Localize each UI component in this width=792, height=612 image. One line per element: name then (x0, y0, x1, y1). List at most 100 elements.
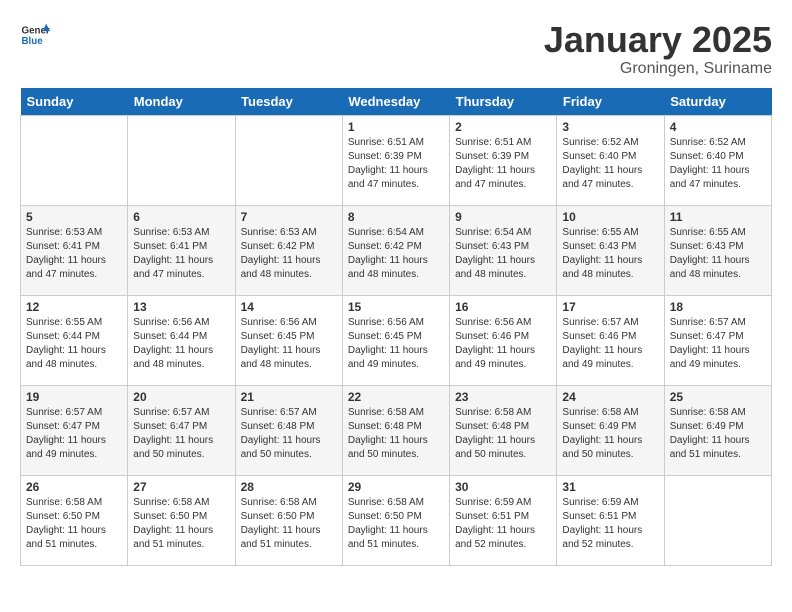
day-info: Sunrise: 6:56 AMSunset: 6:44 PMDaylight:… (133, 316, 229, 372)
day-info: Sunrise: 6:59 AMSunset: 6:51 PMDaylight:… (455, 496, 551, 552)
svg-text:Blue: Blue (22, 36, 44, 47)
day-number: 28 (241, 480, 337, 494)
day-number: 8 (348, 210, 444, 224)
day-info: Sunrise: 6:58 AMSunset: 6:49 PMDaylight:… (670, 406, 766, 462)
day-number: 6 (133, 210, 229, 224)
calendar-week-1: 5 Sunrise: 6:53 AMSunset: 6:41 PMDaylight… (21, 205, 772, 295)
calendar-week-2: 12 Sunrise: 6:55 AMSunset: 6:44 PMDayligh… (21, 295, 772, 385)
day-info: Sunrise: 6:55 AMSunset: 6:43 PMDaylight:… (562, 226, 658, 282)
day-info: Sunrise: 6:57 AMSunset: 6:48 PMDaylight:… (241, 406, 337, 462)
calendar-cell: 19Sunrise: 6:57 AMSunset: 6:47 PMDayligh… (21, 385, 128, 475)
title-block: January 2025 Groningen, Suriname (544, 20, 772, 78)
day-info: Sunrise: 6:58 AMSunset: 6:50 PMDaylight:… (348, 496, 444, 552)
calendar-cell (21, 115, 128, 205)
calendar-cell: 3Sunrise: 6:52 AMSunset: 6:40 PMDaylight… (557, 115, 664, 205)
day-info: Sunrise: 6:51 AMSunset: 6:39 PMDaylight:… (348, 136, 444, 192)
day-number: 27 (133, 480, 229, 494)
day-info: Sunrise: 6:57 AMSunset: 6:47 PMDaylight:… (670, 316, 766, 372)
calendar-cell: 7 Sunrise: 6:53 AMSunset: 6:42 PMDaylight… (235, 205, 342, 295)
calendar-cell: 12 Sunrise: 6:55 AMSunset: 6:44 PMDayligh… (21, 295, 128, 385)
calendar-cell: 21 Sunrise: 6:57 AMSunset: 6:48 PMDayligh… (235, 385, 342, 475)
day-number: 26 (26, 480, 122, 494)
day-info: Sunrise: 6:58 AMSunset: 6:50 PMDaylight:… (133, 496, 229, 552)
col-wednesday: Wednesday (342, 88, 449, 116)
day-number: 24 (562, 390, 658, 404)
day-number: 20 (133, 390, 229, 404)
day-number: 5 (26, 210, 122, 224)
day-info: Sunrise: 6:52 AMSunset: 6:40 PMDaylight:… (562, 136, 658, 192)
calendar-cell: 4 Sunrise: 6:52 AMSunset: 6:40 PMDaylight… (664, 115, 771, 205)
day-info: Sunrise: 6:56 AMSunset: 6:45 PMDaylight:… (241, 316, 337, 372)
day-info: Sunrise: 6:55 AMSunset: 6:44 PMDaylight:… (26, 316, 122, 372)
day-info: Sunrise: 6:56 AMSunset: 6:45 PMDaylight:… (348, 316, 444, 372)
calendar-cell: 13 Sunrise: 6:56 AMSunset: 6:44 PMDayligh… (128, 295, 235, 385)
day-info: Sunrise: 6:53 AMSunset: 6:42 PMDaylight:… (241, 226, 337, 282)
day-number: 4 (670, 120, 766, 134)
calendar-cell: 27 Sunrise: 6:58 AMSunset: 6:50 PMDayligh… (128, 475, 235, 565)
day-number: 19 (26, 390, 122, 404)
day-number: 16 (455, 300, 551, 314)
day-number: 10 (562, 210, 658, 224)
day-info: Sunrise: 6:58 AMSunset: 6:50 PMDaylight:… (26, 496, 122, 552)
day-info: Sunrise: 6:58 AMSunset: 6:48 PMDaylight:… (455, 406, 551, 462)
col-friday: Friday (557, 88, 664, 116)
day-number: 14 (241, 300, 337, 314)
calendar-table: Sunday Monday Tuesday Wednesday Thursday… (20, 88, 772, 566)
day-number: 15 (348, 300, 444, 314)
day-info: Sunrise: 6:55 AMSunset: 6:43 PMDaylight:… (670, 226, 766, 282)
day-number: 29 (348, 480, 444, 494)
col-thursday: Thursday (450, 88, 557, 116)
day-number: 12 (26, 300, 122, 314)
calendar-cell: 28Sunrise: 6:58 AMSunset: 6:50 PMDayligh… (235, 475, 342, 565)
day-info: Sunrise: 6:54 AMSunset: 6:43 PMDaylight:… (455, 226, 551, 282)
day-number: 13 (133, 300, 229, 314)
logo: General Blue (20, 20, 50, 50)
calendar-cell: 8 Sunrise: 6:54 AMSunset: 6:42 PMDaylight… (342, 205, 449, 295)
day-number: 18 (670, 300, 766, 314)
day-info: Sunrise: 6:54 AMSunset: 6:42 PMDaylight:… (348, 226, 444, 282)
calendar-week-0: 1 Sunrise: 6:51 AMSunset: 6:39 PMDaylight… (21, 115, 772, 205)
calendar-cell: 18 Sunrise: 6:57 AMSunset: 6:47 PMDayligh… (664, 295, 771, 385)
day-number: 21 (241, 390, 337, 404)
page-header: General Blue January 2025 Groningen, Sur… (20, 20, 772, 78)
day-info: Sunrise: 6:56 AMSunset: 6:46 PMDaylight:… (455, 316, 551, 372)
day-number: 7 (241, 210, 337, 224)
calendar-cell: 23 Sunrise: 6:58 AMSunset: 6:48 PMDayligh… (450, 385, 557, 475)
day-number: 25 (670, 390, 766, 404)
logo-icon: General Blue (20, 20, 50, 50)
col-saturday: Saturday (664, 88, 771, 116)
col-monday: Monday (128, 88, 235, 116)
calendar-cell: 24Sunrise: 6:58 AMSunset: 6:49 PMDayligh… (557, 385, 664, 475)
calendar-cell (128, 115, 235, 205)
calendar-cell: 11Sunrise: 6:55 AMSunset: 6:43 PMDayligh… (664, 205, 771, 295)
calendar-cell: 10 Sunrise: 6:55 AMSunset: 6:43 PMDayligh… (557, 205, 664, 295)
calendar-cell: 16 Sunrise: 6:56 AMSunset: 6:46 PMDayligh… (450, 295, 557, 385)
day-info: Sunrise: 6:53 AMSunset: 6:41 PMDaylight:… (133, 226, 229, 282)
calendar-week-3: 19 Sunrise: 6:57 AMSunset: 6:47 PMDayligh… (21, 385, 772, 475)
calendar-cell: 29 Sunrise: 6:58 AMSunset: 6:50 PMDayligh… (342, 475, 449, 565)
day-number: 31 (562, 480, 658, 494)
calendar-title: January 2025 (544, 20, 772, 60)
day-number: 23 (455, 390, 551, 404)
day-number: 2 (455, 120, 551, 134)
calendar-cell: 9Sunrise: 6:54 AMSunset: 6:43 PMDaylight… (450, 205, 557, 295)
calendar-cell: 20 Sunrise: 6:57 AMSunset: 6:47 PMDayligh… (128, 385, 235, 475)
calendar-cell: 25 Sunrise: 6:58 AMSunset: 6:49 PMDayligh… (664, 385, 771, 475)
calendar-cell (664, 475, 771, 565)
day-number: 1 (348, 120, 444, 134)
calendar-cell: 30 Sunrise: 6:59 AMSunset: 6:51 PMDayligh… (450, 475, 557, 565)
day-info: Sunrise: 6:51 AMSunset: 6:39 PMDaylight:… (455, 136, 551, 192)
day-info: Sunrise: 6:52 AMSunset: 6:40 PMDaylight:… (670, 136, 766, 192)
calendar-cell: 6 Sunrise: 6:53 AMSunset: 6:41 PMDaylight… (128, 205, 235, 295)
calendar-cell (235, 115, 342, 205)
calendar-cell: 31Sunrise: 6:59 AMSunset: 6:51 PMDayligh… (557, 475, 664, 565)
calendar-cell: 26 Sunrise: 6:58 AMSunset: 6:50 PMDayligh… (21, 475, 128, 565)
calendar-cell: 17 Sunrise: 6:57 AMSunset: 6:46 PMDayligh… (557, 295, 664, 385)
calendar-cell: 15 Sunrise: 6:56 AMSunset: 6:45 PMDayligh… (342, 295, 449, 385)
calendar-subtitle: Groningen, Suriname (544, 60, 772, 78)
day-number: 30 (455, 480, 551, 494)
day-info: Sunrise: 6:57 AMSunset: 6:46 PMDaylight:… (562, 316, 658, 372)
day-number: 17 (562, 300, 658, 314)
day-info: Sunrise: 6:53 AMSunset: 6:41 PMDaylight:… (26, 226, 122, 282)
day-info: Sunrise: 6:57 AMSunset: 6:47 PMDaylight:… (133, 406, 229, 462)
